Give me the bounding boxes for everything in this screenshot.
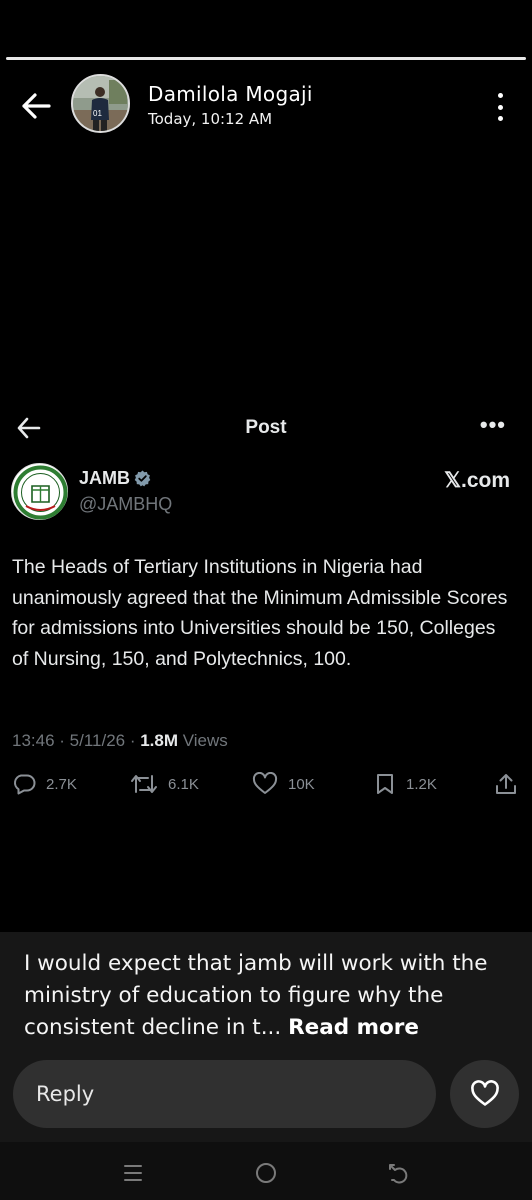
back-button[interactable]	[18, 88, 54, 124]
post-author: JAMB @JAMBHQ 𝕏.com	[0, 461, 532, 523]
more-options-button[interactable]	[486, 90, 514, 124]
recent-apps-icon	[124, 1165, 142, 1181]
kebab-dot-icon	[497, 93, 503, 98]
reply-input[interactable]: Reply	[13, 1060, 436, 1128]
system-navigation-bar	[0, 1142, 532, 1200]
reply-action[interactable]: 2.7K	[12, 770, 77, 798]
reply-count: 2.7K	[46, 775, 77, 793]
bookmark-count: 1.2K	[406, 775, 437, 793]
post-body-text: The Heads of Tertiary Institutions in Ni…	[12, 556, 508, 670]
jamb-logo	[11, 463, 68, 520]
kebab-dot-icon	[497, 104, 503, 110]
story-timestamp: Today, 10:12 AM	[148, 110, 273, 128]
verified-badge-icon	[134, 470, 151, 487]
avatar[interactable]: 01	[71, 74, 130, 133]
story-caption: I would expect that jamb will work with …	[0, 932, 532, 1060]
caption-text: I would expect that jamb will work with …	[24, 948, 514, 1044]
story-header: 01 Damilola Mogaji Today, 10:12 AM	[0, 74, 532, 134]
post-header: Post •••	[0, 412, 532, 444]
back-nav-icon	[389, 1164, 408, 1184]
home-circle-icon	[256, 1163, 276, 1183]
post-more-icon: •••	[479, 412, 506, 437]
post-time-date: 13:46 · 5/11/26 ·	[12, 731, 141, 750]
like-action[interactable]: 10K	[252, 770, 315, 798]
post-views-label: Views	[178, 731, 228, 750]
post-author-handle: @JAMBHQ	[79, 494, 173, 514]
share-action[interactable]	[494, 770, 518, 798]
avatar-badge: 01	[93, 109, 102, 118]
bookmark-icon	[377, 774, 393, 794]
arrow-left-icon	[22, 93, 51, 119]
like-story-button[interactable]	[450, 1060, 519, 1128]
heart-icon	[252, 772, 278, 794]
bookmark-action[interactable]: 1.2K	[374, 770, 437, 798]
post-author-name: JAMB	[79, 468, 131, 488]
reply-bar: Reply	[0, 1060, 532, 1142]
post-screen-title: Post	[245, 417, 287, 438]
kebab-dot-icon	[497, 116, 503, 121]
story-author-name: Damilola Mogaji	[148, 82, 313, 106]
comment-icon	[14, 774, 36, 795]
repost-action[interactable]: 6.1K	[130, 770, 199, 798]
post-views-count: 1.8M	[140, 731, 179, 750]
repost-icon	[131, 775, 157, 793]
share-icon	[496, 774, 516, 794]
post-meta: 13:46 · 5/11/26 · 1.8M Views	[12, 731, 228, 751]
read-more-link[interactable]: Read more	[288, 1015, 419, 1040]
recent-apps-button[interactable]	[118, 1158, 148, 1188]
x-brand-label: 𝕏.com	[444, 469, 510, 492]
avatar-image	[73, 76, 128, 131]
back-nav-button[interactable]	[383, 1158, 413, 1188]
story-progress-bar	[6, 57, 526, 60]
like-count: 10K	[288, 775, 315, 793]
repost-count: 6.1K	[168, 775, 199, 793]
reply-placeholder: Reply	[36, 1082, 95, 1106]
heart-icon	[470, 1080, 499, 1106]
home-button[interactable]	[251, 1158, 281, 1188]
post-action-bar: 2.7K 6.1K 10K 1.2K	[0, 770, 532, 798]
